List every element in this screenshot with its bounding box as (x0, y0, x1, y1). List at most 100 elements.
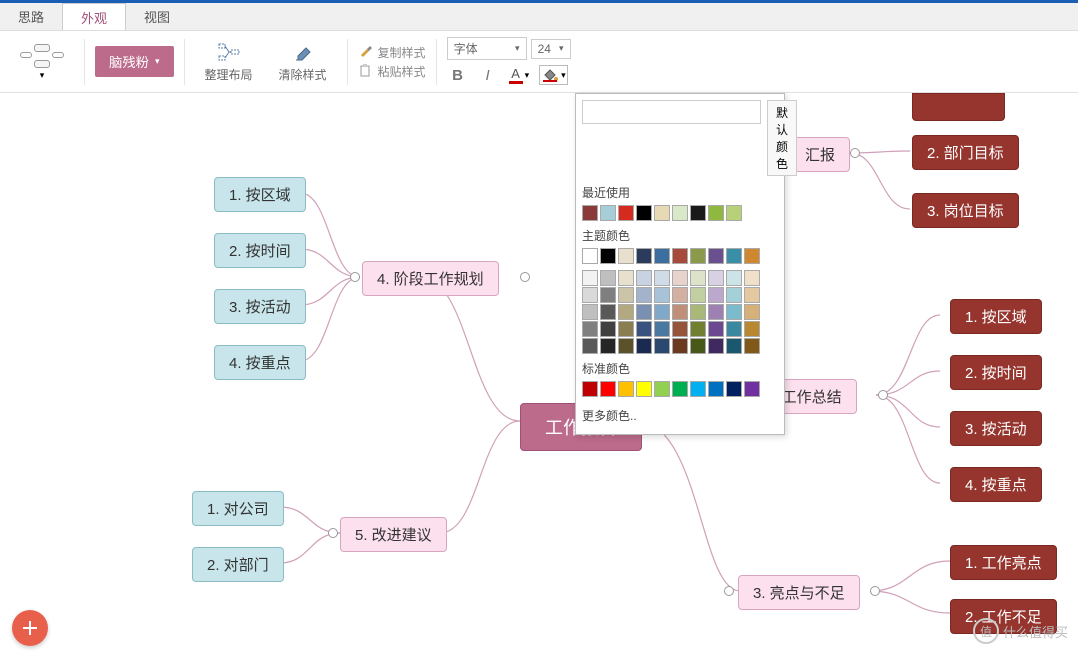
color-swatch[interactable] (582, 205, 598, 221)
color-swatch[interactable] (744, 270, 760, 286)
node-right-2-1[interactable]: 1. 按区域 (950, 299, 1042, 334)
font-color-button[interactable]: A ▾ (507, 64, 532, 86)
color-swatch[interactable] (618, 287, 634, 303)
default-color-button[interactable]: 默认颜色 (767, 100, 797, 176)
color-swatch[interactable] (618, 270, 634, 286)
structure-dropdown[interactable]: ▾ (10, 40, 74, 83)
color-swatch[interactable] (744, 338, 760, 354)
node-right-1-2[interactable]: 2. 部门目标 (912, 135, 1019, 170)
tab-silu[interactable]: 思路 (0, 3, 62, 30)
color-swatch[interactable] (618, 381, 634, 397)
color-swatch[interactable] (600, 338, 616, 354)
font-size-select[interactable]: 24▾ (531, 39, 571, 59)
node-left-2[interactable]: 5. 改进建议 (340, 517, 447, 552)
color-swatch[interactable] (636, 270, 652, 286)
collapse-handle[interactable] (870, 586, 880, 596)
clear-style-button[interactable]: 清除样式 (269, 38, 337, 85)
node-left-1[interactable]: 4. 阶段工作规划 (362, 261, 499, 296)
color-swatch[interactable] (618, 248, 634, 264)
color-swatch[interactable] (708, 381, 724, 397)
color-swatch[interactable] (690, 381, 706, 397)
color-swatch[interactable] (672, 248, 688, 264)
color-swatch[interactable] (672, 338, 688, 354)
color-swatch[interactable] (690, 205, 706, 221)
color-swatch[interactable] (726, 381, 742, 397)
collapse-handle[interactable] (724, 586, 734, 596)
color-swatch[interactable] (726, 338, 742, 354)
color-hex-input[interactable] (582, 100, 761, 124)
font-family-select[interactable]: 字体▾ (447, 37, 527, 60)
node-right-3[interactable]: 3. 亮点与不足 (738, 575, 860, 610)
color-swatch[interactable] (636, 248, 652, 264)
color-swatch[interactable] (654, 338, 670, 354)
color-swatch[interactable] (582, 381, 598, 397)
node-right-3-1[interactable]: 1. 工作亮点 (950, 545, 1057, 580)
color-swatch[interactable] (690, 270, 706, 286)
color-swatch[interactable] (582, 338, 598, 354)
color-swatch[interactable] (744, 304, 760, 320)
node-right-1[interactable]: 汇报 (790, 137, 850, 172)
color-swatch[interactable] (582, 270, 598, 286)
mindmap-canvas[interactable]: 工作报告 4. 阶段工作规划 1. 按区域 2. 按时间 3. 按活动 4. 按… (0, 93, 1078, 654)
fill-color-button[interactable]: ▾ (539, 65, 568, 85)
color-swatch[interactable] (726, 287, 742, 303)
color-swatch[interactable] (690, 304, 706, 320)
color-swatch[interactable] (600, 304, 616, 320)
color-swatch[interactable] (636, 304, 652, 320)
color-swatch[interactable] (690, 321, 706, 337)
node-right-2-4[interactable]: 4. 按重点 (950, 467, 1042, 502)
node-right-1-3[interactable]: 3. 岗位目标 (912, 193, 1019, 228)
color-swatch[interactable] (672, 270, 688, 286)
theme-button[interactable]: 脑残粉▾ (95, 46, 174, 77)
color-swatch[interactable] (672, 205, 688, 221)
color-swatch[interactable] (600, 381, 616, 397)
add-node-fab[interactable] (12, 610, 48, 646)
color-swatch[interactable] (636, 287, 652, 303)
node-left-1-1[interactable]: 1. 按区域 (214, 177, 306, 212)
italic-button[interactable]: I (477, 64, 499, 86)
color-swatch[interactable] (744, 287, 760, 303)
color-swatch[interactable] (618, 304, 634, 320)
color-swatch[interactable] (708, 321, 724, 337)
color-swatch[interactable] (672, 304, 688, 320)
color-swatch[interactable] (582, 248, 598, 264)
color-swatch[interactable] (744, 248, 760, 264)
tab-shitu[interactable]: 视图 (126, 3, 188, 30)
color-swatch[interactable] (600, 270, 616, 286)
color-swatch[interactable] (726, 304, 742, 320)
color-swatch[interactable] (672, 321, 688, 337)
tab-waiguan[interactable]: 外观 (62, 3, 126, 30)
color-swatch[interactable] (708, 287, 724, 303)
node-right-2-2[interactable]: 2. 按时间 (950, 355, 1042, 390)
color-swatch[interactable] (636, 381, 652, 397)
color-swatch[interactable] (600, 248, 616, 264)
node-left-1-2[interactable]: 2. 按时间 (214, 233, 306, 268)
color-swatch[interactable] (726, 205, 742, 221)
color-swatch[interactable] (654, 321, 670, 337)
node-right-1-top[interactable] (912, 93, 1005, 121)
collapse-handle[interactable] (878, 390, 888, 400)
copy-style-button[interactable]: 复制样式 (358, 44, 426, 61)
color-swatch[interactable] (690, 287, 706, 303)
color-swatch[interactable] (582, 304, 598, 320)
color-swatch[interactable] (654, 205, 670, 221)
color-swatch[interactable] (726, 270, 742, 286)
color-swatch[interactable] (618, 205, 634, 221)
node-right-2-3[interactable]: 3. 按活动 (950, 411, 1042, 446)
node-left-1-3[interactable]: 3. 按活动 (214, 289, 306, 324)
collapse-handle[interactable] (350, 272, 360, 282)
color-swatch[interactable] (654, 270, 670, 286)
color-swatch[interactable] (708, 304, 724, 320)
bold-button[interactable]: B (447, 64, 469, 86)
color-swatch[interactable] (672, 287, 688, 303)
collapse-handle[interactable] (328, 528, 338, 538)
color-swatch[interactable] (654, 287, 670, 303)
node-left-1-4[interactable]: 4. 按重点 (214, 345, 306, 380)
color-swatch[interactable] (726, 248, 742, 264)
paste-style-button[interactable]: 粘贴样式 (358, 63, 426, 80)
color-swatch[interactable] (672, 381, 688, 397)
color-swatch[interactable] (726, 321, 742, 337)
color-swatch[interactable] (744, 381, 760, 397)
color-swatch[interactable] (636, 321, 652, 337)
color-swatch[interactable] (618, 321, 634, 337)
